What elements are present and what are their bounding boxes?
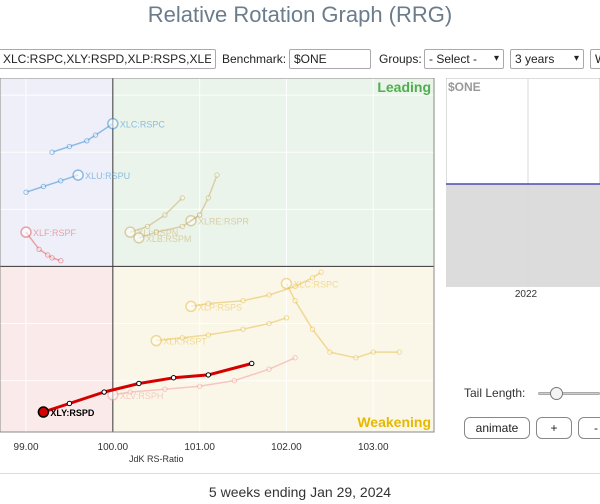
series-head-point[interactable] <box>72 169 84 181</box>
series-point[interactable] <box>162 212 168 218</box>
x-tick-label: 103.00 <box>358 442 389 453</box>
series-head-point[interactable] <box>133 232 145 244</box>
series-point[interactable] <box>396 349 402 355</box>
period-select[interactable]: 3 years ▾ <box>510 49 584 69</box>
period-selected-value: 3 years <box>515 52 555 66</box>
series-point[interactable] <box>58 258 64 264</box>
series-head-point[interactable] <box>150 334 162 347</box>
series-point[interactable] <box>101 389 107 395</box>
benchmark-area <box>446 184 600 286</box>
slider-track <box>538 392 600 395</box>
extra-select[interactable]: W <box>590 49 600 69</box>
series-point[interactable] <box>292 297 298 304</box>
tail-length-label: Tail Length: <box>464 386 526 400</box>
x-tick-label: 101.00 <box>184 442 215 453</box>
series-point[interactable] <box>309 326 316 332</box>
series-label: XLC:RSPC <box>293 280 339 290</box>
series-point[interactable] <box>318 269 324 275</box>
series-label: XLB:RSPM <box>146 234 192 244</box>
period-footer: 5 weeks ending Jan 29, 2024 <box>208 484 392 500</box>
rrg-chart[interactable]: Leading Weakening XLC:RSPC XLU:RSPU XLF:RSPF… <box>0 78 440 470</box>
series-point[interactable] <box>49 255 55 261</box>
series-point[interactable] <box>92 132 99 138</box>
series-point[interactable] <box>266 320 272 327</box>
benchmark-label: Benchmark: <box>222 52 287 66</box>
slider-knob[interactable] <box>550 387 564 400</box>
benchmark-x-tick: 2022 <box>515 289 538 300</box>
series-label: XLRE:RSPR <box>198 217 250 227</box>
series-label: XLU:RSPU <box>85 171 130 181</box>
series-point[interactable] <box>205 195 212 201</box>
series-point[interactable] <box>66 143 73 150</box>
groups-select[interactable]: - Select - ▾ <box>424 49 504 69</box>
benchmark-input[interactable] <box>289 49 371 69</box>
series-point[interactable] <box>266 292 272 298</box>
series-head-point[interactable] <box>280 277 293 290</box>
series-head-point[interactable] <box>185 300 197 313</box>
footer-divider <box>0 473 600 474</box>
series-point[interactable] <box>49 149 55 155</box>
groups-label: Groups: <box>379 52 422 66</box>
series-point[interactable] <box>205 372 212 378</box>
series-point[interactable] <box>283 315 290 321</box>
quadrant-weakening <box>112 266 434 432</box>
series-point[interactable] <box>266 366 272 372</box>
series-point[interactable] <box>136 380 142 387</box>
page-title: Relative Rotation Graph (RRG) <box>147 2 453 27</box>
tail-length-slider[interactable] <box>538 387 600 401</box>
step-back-button[interactable]: - <box>578 417 600 439</box>
x-tick-label: 102.00 <box>271 442 302 453</box>
series-point[interactable] <box>240 326 246 332</box>
series-label: XLF:RSPF <box>33 228 77 238</box>
x-tick-label: 100.00 <box>98 442 129 453</box>
animate-button[interactable]: animate <box>464 417 530 439</box>
series-point[interactable] <box>231 377 238 384</box>
series-head-point[interactable] <box>37 406 50 418</box>
series-point[interactable] <box>45 252 51 258</box>
series-point[interactable] <box>370 349 376 355</box>
series-point[interactable] <box>214 172 220 178</box>
series-point[interactable] <box>162 386 168 392</box>
series-point[interactable] <box>196 212 203 218</box>
series-point[interactable] <box>327 349 333 355</box>
series-label: XLK:RSPT <box>163 337 207 347</box>
series-point[interactable] <box>292 355 298 361</box>
benchmark-chart: $ONE 2022 <box>445 77 600 300</box>
series-point[interactable] <box>66 400 73 407</box>
chevron-down-icon: ▾ <box>573 53 579 64</box>
series-point[interactable] <box>36 246 42 252</box>
series-label: XLV:RSPH <box>120 391 164 401</box>
quadrant-label-weakening: Weakening <box>357 414 431 430</box>
series-point[interactable] <box>249 360 255 367</box>
extra-selected-value: W <box>595 52 600 66</box>
benchmark-panel: $ONE 2022 <box>445 77 600 304</box>
series-point[interactable] <box>353 355 359 361</box>
series-point[interactable] <box>40 183 47 190</box>
x-axis-label: JdK RS-Ratio <box>129 454 184 464</box>
series-label: XLP:RSPS <box>198 302 242 312</box>
series-point[interactable] <box>58 178 64 184</box>
series-head-point[interactable] <box>107 117 119 130</box>
series-point[interactable] <box>196 383 203 390</box>
benchmark-symbol-label: $ONE <box>448 80 481 94</box>
series-point[interactable] <box>84 138 90 144</box>
controls-panel: Tail Length: animate + - <box>446 380 600 440</box>
series-point[interactable] <box>179 223 185 230</box>
x-tick-label: 99.00 <box>14 442 39 453</box>
series-point[interactable] <box>179 195 185 201</box>
symbols-input[interactable] <box>0 49 216 69</box>
series-label: XLC:RSPC <box>120 120 166 130</box>
series-point[interactable] <box>205 332 212 338</box>
quadrant-label-leading: Leading <box>377 79 431 95</box>
groups-selected-value: - Select - <box>429 52 478 66</box>
series-head-point[interactable] <box>20 226 32 238</box>
chevron-down-icon: ▾ <box>493 53 499 64</box>
series-point[interactable] <box>170 375 177 381</box>
series-label: XLY:RSPD <box>50 408 95 418</box>
series-point[interactable] <box>23 189 29 195</box>
step-forward-button[interactable]: + <box>536 417 572 439</box>
toolbar: Benchmark: Groups: - Select - ▾ 3 years … <box>0 46 600 72</box>
